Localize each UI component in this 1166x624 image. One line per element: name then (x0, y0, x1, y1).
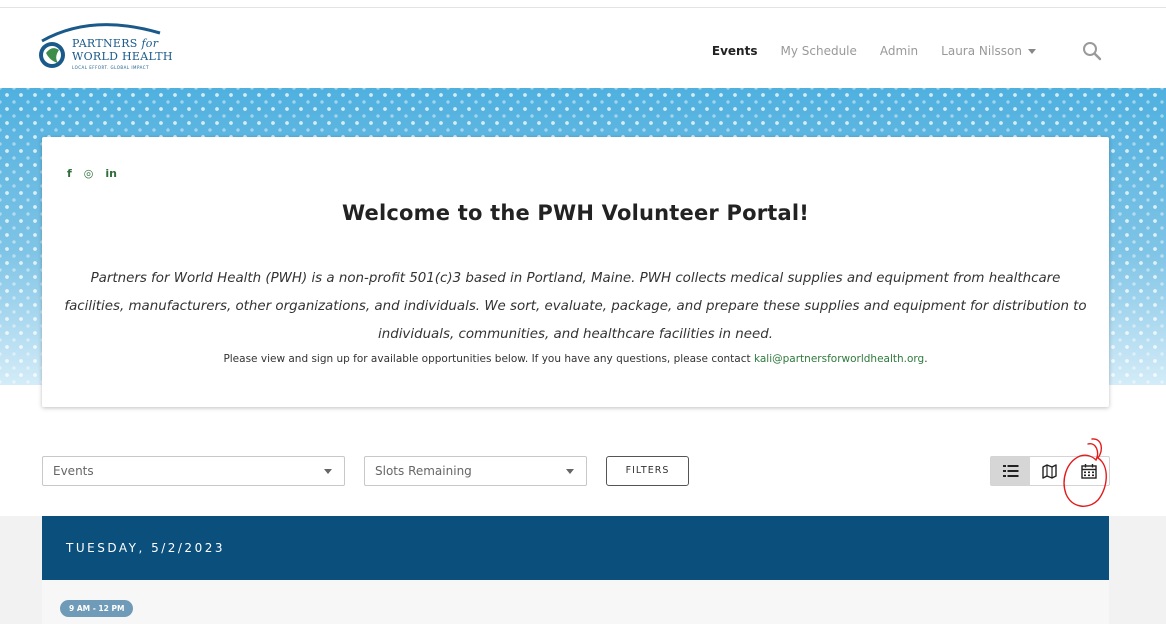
main-nav: Events My Schedule Admin Laura Nilsson (712, 44, 1036, 58)
facebook-icon[interactable]: f (67, 167, 72, 180)
search-icon[interactable] (1082, 41, 1102, 61)
slots-select[interactable]: Slots Remaining (364, 456, 587, 486)
map-icon (1042, 463, 1058, 479)
nav-admin[interactable]: Admin (880, 44, 918, 58)
list-view-button[interactable] (991, 457, 1031, 485)
chevron-down-icon (1028, 49, 1036, 54)
nav-my-schedule[interactable]: My Schedule (780, 44, 856, 58)
time-badge: 9 AM - 12 PM (60, 600, 134, 617)
nav-events[interactable]: Events (712, 44, 758, 58)
pwh-logo[interactable]: PARTNERS for WORLD HEALTH LOCAL EFFORT. … (32, 17, 192, 79)
chevron-down-icon (566, 469, 574, 474)
logo-text-line1: PARTNERS for (72, 37, 159, 50)
events-select-value: Events (53, 464, 94, 478)
welcome-card: f ◎ in Welcome to the PWH Volunteer Port… (42, 137, 1109, 407)
user-name: Laura Nilsson (941, 44, 1022, 58)
page-title: Welcome to the PWH Volunteer Portal! (341, 201, 810, 225)
contact-email-link[interactable]: kali@partnersforworldhealth.org (754, 353, 924, 365)
filters-button[interactable]: FILTERS (606, 456, 689, 486)
contact-prefix: Please view and sign up for available op… (223, 353, 754, 365)
social-links: f ◎ in (67, 167, 117, 180)
instagram-icon[interactable]: ◎ (84, 167, 94, 180)
day-header: TUESDAY, 5/2/2023 (42, 516, 1109, 580)
contact-text: Please view and sign up for available op… (42, 353, 1109, 365)
logo-text-line2: WORLD HEALTH (72, 50, 173, 63)
annotation-circle (1063, 438, 1107, 507)
list-icon (1002, 465, 1019, 477)
events-select[interactable]: Events (42, 456, 345, 486)
org-description: Partners for World Health (PWH) is a non… (64, 271, 1087, 342)
logo-tagline: LOCAL EFFORT. GLOBAL IMPACT (72, 65, 150, 70)
slots-select-value: Slots Remaining (375, 464, 472, 478)
day-body (42, 580, 1109, 624)
site-header: PARTNERS for WORLD HEALTH LOCAL EFFORT. … (0, 9, 1166, 88)
chevron-down-icon (324, 469, 332, 474)
top-border (0, 0, 1166, 8)
contact-suffix: . (924, 353, 928, 365)
user-menu[interactable]: Laura Nilsson (941, 44, 1036, 58)
linkedin-icon[interactable]: in (105, 167, 117, 180)
